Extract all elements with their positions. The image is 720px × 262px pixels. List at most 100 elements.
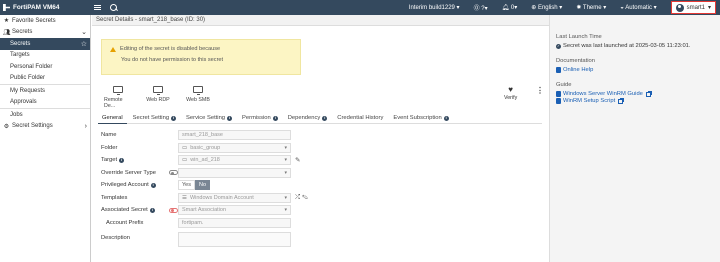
- sidebar-item-public-folder[interactable]: Public Folder: [0, 73, 90, 85]
- sidebar-item-jobs[interactable]: Jobs: [0, 109, 90, 121]
- target-select[interactable]: ▭ win_ad_218 ▾: [178, 155, 291, 165]
- form-row-privileged: Privileged Account i Yes No: [101, 179, 401, 191]
- template-icon: ☰: [182, 194, 187, 201]
- top-bar: FortiPAM VM64 Interim build1229 ▾ ⓪ ?▾ 🔔…: [0, 0, 720, 15]
- info-icon: i: [149, 207, 155, 213]
- notifications-menu[interactable]: 🔔︎ 0▾: [502, 4, 518, 11]
- associated-select[interactable]: Smart Association ▾: [178, 205, 291, 215]
- theme-menu[interactable]: ✸ Theme ▾: [576, 4, 606, 11]
- users-icon: 👥︎: [3, 29, 11, 36]
- chevron-down-icon: ▾: [284, 144, 287, 151]
- check-circle-icon: ✓: [556, 43, 561, 49]
- override-toggle[interactable]: [169, 170, 178, 175]
- prefix-field[interactable]: fortipam.: [178, 217, 291, 228]
- no-option[interactable]: No: [194, 180, 211, 190]
- heartbeat-icon: ♥︎: [508, 85, 513, 94]
- sidebar-item-targets[interactable]: Targets: [0, 50, 90, 62]
- target-label: Target i: [101, 157, 125, 163]
- info-icon: i: [171, 115, 177, 121]
- sidebar-group-secrets[interactable]: 👥︎ Secrets ⌄: [0, 27, 90, 39]
- fortinet-logo-icon: [3, 4, 10, 11]
- monitor-icon: ▭: [182, 157, 188, 163]
- book-icon: [556, 91, 561, 97]
- verify-button[interactable]: ♥︎ Verify: [504, 85, 517, 101]
- form-row-description: Description: [101, 231, 401, 247]
- avatar-icon: [675, 3, 684, 12]
- launch-info: ✓ Secret was last launched at 2025-03-05…: [556, 43, 691, 49]
- guide-title: Guide: [556, 82, 572, 88]
- mode-menu[interactable]: ◒ Automatic ▾: [620, 4, 656, 11]
- more-options-icon[interactable]: ⋮: [536, 86, 544, 95]
- launcher-remote-desktop[interactable]: Remote De...: [104, 86, 132, 109]
- launcher-web-smb[interactable]: Web SMB: [184, 86, 212, 109]
- folder-select[interactable]: ▭ basic_group ▾: [178, 142, 291, 153]
- launch-title: Last Launch Time: [556, 34, 602, 40]
- associated-label: Associated Secret i: [101, 207, 155, 213]
- privileged-toggle[interactable]: Yes No: [178, 180, 211, 190]
- info-icon: i: [227, 115, 233, 121]
- page-title-bar: Secret Details - smart_218_base (ID: 30): [92, 15, 549, 26]
- user-menu[interactable]: smart1 ▾: [670, 1, 716, 14]
- launcher-web-rdp[interactable]: Web RDP: [144, 86, 172, 109]
- build-menu[interactable]: Interim build1229 ▾: [409, 4, 460, 11]
- name-field[interactable]: smart_218_base: [178, 130, 291, 140]
- warning-bullet: You do not have permission to this secre…: [121, 57, 224, 63]
- templates-label: Templates: [101, 194, 128, 201]
- sidebar: ★ Favorite Secrets 👥︎ Secrets ⌄ Secrets …: [0, 15, 91, 262]
- user-name: smart1: [686, 4, 705, 11]
- online-help-link[interactable]: Online Help: [556, 67, 714, 73]
- search-icon[interactable]: [110, 3, 118, 12]
- sidebar-item-personal-folder[interactable]: Personal Folder: [0, 61, 90, 73]
- edit-pencil-icon[interactable]: ✎: [295, 156, 300, 164]
- app-logo: FortiPAM VM64: [0, 4, 92, 11]
- permission-warning: Editing of the secret is disabled becaus…: [101, 39, 301, 75]
- winrm-guide-link[interactable]: Windows Server WinRM Guide: [556, 90, 714, 97]
- server-type-select[interactable]: ▾: [178, 167, 291, 178]
- templates-select[interactable]: ☰ Windows Domain Account ▾: [178, 192, 291, 203]
- monitor-icon: [113, 86, 123, 95]
- form-row-prefix: Account Prefix fortipam.: [101, 217, 401, 229]
- prefix-label: Account Prefix: [106, 219, 144, 226]
- form-row-folder: Folder ▭ basic_group ▾: [101, 142, 401, 154]
- info-panel: Last Launch Time ✓ Secret was last launc…: [549, 15, 720, 262]
- tab-service-setting[interactable]: Service Setting i: [182, 112, 236, 124]
- description-field[interactable]: [178, 231, 291, 247]
- sidebar-item-approvals[interactable]: Approvals: [0, 97, 90, 109]
- form-row-target: Target i ▭ win_ad_218 ▾ ✎: [101, 154, 401, 166]
- app-name: FortiPAM VM64: [13, 4, 60, 11]
- sidebar-group-secret-settings[interactable]: ⚙ Secret Settings ›: [0, 121, 90, 133]
- winrm-script-link[interactable]: WinRM Setup Script: [556, 97, 714, 104]
- yes-option[interactable]: Yes: [178, 180, 195, 190]
- info-icon: i: [443, 115, 449, 121]
- folder-icon: ▭: [182, 144, 188, 151]
- tab-credential-history[interactable]: Credential History: [333, 112, 387, 124]
- book-icon: [556, 98, 561, 104]
- general-form: Name smart_218_base Folder ▭ basic_group ▾…: [101, 129, 401, 247]
- help-menu[interactable]: ⓪ ?▾: [474, 3, 488, 12]
- main-content: Editing of the secret is disabled becaus…: [92, 26, 549, 262]
- chevron-down-icon: ▾: [284, 207, 287, 213]
- sidebar-item-favorite-secrets[interactable]: ★ Favorite Secrets: [0, 15, 90, 27]
- form-row-associated: Associated Secret i Smart Association ▾: [101, 204, 401, 216]
- star-outline-icon[interactable]: ☆: [81, 40, 87, 48]
- form-row-name: Name smart_218_base: [101, 129, 401, 141]
- info-icon: i: [119, 157, 125, 163]
- warning-icon: [110, 46, 116, 52]
- sidebar-item-secrets[interactable]: Secrets ☆: [0, 38, 90, 50]
- shuffle-icon[interactable]: ⤮ ✎: [295, 194, 308, 202]
- external-link-icon: [618, 97, 625, 104]
- tab-permission[interactable]: Permission i: [238, 112, 282, 124]
- description-label: Description: [101, 234, 130, 241]
- tab-secret-setting[interactable]: Secret Setting i: [129, 112, 180, 124]
- book-icon: [556, 67, 561, 73]
- tab-dependency[interactable]: Dependency i: [284, 112, 332, 124]
- form-row-override: Override Server Type ▾: [101, 167, 401, 179]
- menu-toggle-icon[interactable]: [94, 4, 104, 11]
- language-menu[interactable]: ⊕ English ▾: [531, 4, 562, 11]
- sidebar-item-my-requests[interactable]: My Requests: [0, 85, 90, 97]
- associated-toggle[interactable]: [169, 207, 178, 213]
- launcher-bar: Remote De... Web RDP Web SMB: [104, 86, 212, 109]
- tab-general[interactable]: General: [98, 112, 127, 124]
- tab-event-subscription[interactable]: Event Subscription i: [389, 112, 452, 124]
- folder-label: Folder: [101, 144, 118, 151]
